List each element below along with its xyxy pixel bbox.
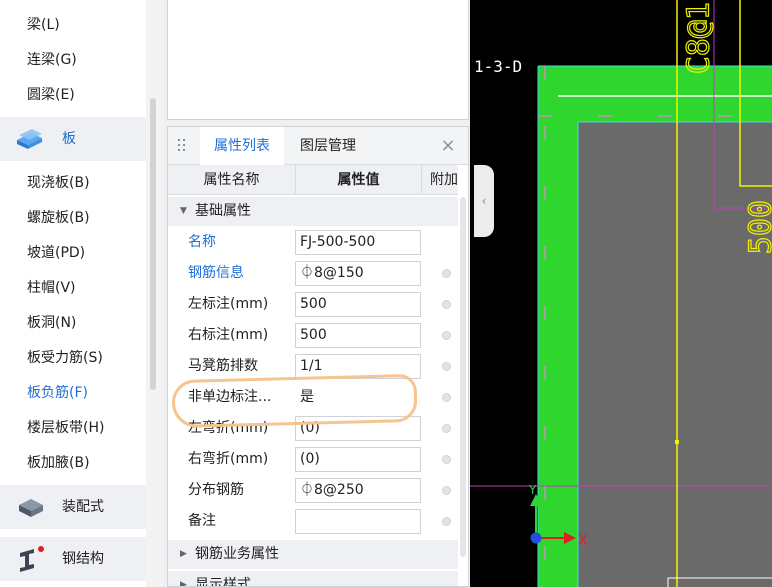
- sidebar-item-coupling-beam[interactable]: 连梁(G): [27, 48, 77, 72]
- extra-checkbox[interactable]: [442, 455, 451, 464]
- property-value-field[interactable]: 是: [295, 385, 421, 410]
- steel-beam-icon: [20, 546, 44, 572]
- caret-right-icon: ▶: [180, 549, 187, 559]
- rebar-label-right: 500: [744, 200, 772, 254]
- cad-drawing: C8@1 500 X Y: [470, 0, 772, 587]
- extra-checkbox[interactable]: [442, 424, 451, 433]
- property-scrollbar-thumb[interactable]: [460, 197, 466, 557]
- ucs-x-label: X: [578, 533, 588, 549]
- caret-right-icon: ▶: [180, 580, 187, 587]
- caret-down-icon: ▼: [180, 206, 187, 216]
- property-row-non-single-side-mark: 非单边标注... 是: [168, 382, 458, 413]
- drag-grip-icon[interactable]: [178, 139, 186, 153]
- property-row-left-mark: 左标注(mm) 500: [168, 289, 458, 320]
- property-value-field[interactable]: ⏀8@250: [295, 478, 421, 503]
- property-name-label: 右标注(mm): [188, 327, 269, 343]
- extra-checkbox[interactable]: [442, 486, 451, 495]
- column-header-extra: 附加: [430, 172, 458, 188]
- property-name-label: 右弯折(mm): [188, 451, 269, 467]
- prefab-icon: [19, 499, 43, 517]
- sidebar-item-floor-slab-strip[interactable]: 楼层板带(H): [27, 416, 104, 440]
- close-icon[interactable]: ×: [438, 136, 458, 156]
- chevron-left-icon: ‹: [481, 194, 487, 208]
- sidebar-category-prefab-label: 装配式: [62, 499, 104, 515]
- property-value-field[interactable]: 500: [295, 323, 421, 348]
- property-tabbar: 属性列表 图层管理 ×: [168, 127, 468, 165]
- sidebar-item-ring-beam[interactable]: 圆梁(E): [27, 83, 75, 107]
- component-preview-area: [167, 0, 469, 120]
- property-value-field[interactable]: (0): [295, 447, 421, 472]
- property-row-name: 名称 FJ-500-500: [168, 227, 458, 258]
- property-name-label: 备注: [188, 513, 216, 529]
- property-value-field[interactable]: (0): [295, 416, 421, 441]
- property-row-left-bend: 左弯折(mm) (0): [168, 413, 458, 444]
- rebar-label-top: C8@1: [682, 2, 717, 74]
- property-name-label[interactable]: 名称: [188, 227, 216, 258]
- extra-checkbox[interactable]: [442, 362, 451, 371]
- sidebar-item-spiral-slab[interactable]: 螺旋板(B): [27, 206, 90, 230]
- property-row-chair-rows: 马凳筋排数 1/1: [168, 351, 458, 382]
- sidebar-item-slab-haunch[interactable]: 板加腋(B): [27, 451, 90, 475]
- sidebar-item-slab-hole[interactable]: 板洞(N): [27, 311, 76, 335]
- column-header-property-value: 属性值: [296, 165, 422, 195]
- sidebar-category-steel-label: 钢结构: [62, 551, 104, 567]
- property-value-field[interactable]: [295, 509, 421, 534]
- component-tree-sidebar: 梁(L) 连梁(G) 圆梁(E) 板 现浇板(B) 螺旋板(B) 坡道(PD) …: [0, 0, 163, 587]
- property-row-remark: 备注: [168, 506, 458, 537]
- column-header-property-name: 属性名称: [168, 165, 296, 195]
- drawing-canvas[interactable]: C8@1 500 X Y 1-3-D: [470, 0, 772, 587]
- group-basic-properties[interactable]: ▼ 基础属性: [168, 197, 458, 226]
- sidebar-item-slab-negative-rebar[interactable]: 板负筋(F): [27, 381, 88, 405]
- extra-checkbox[interactable]: [442, 269, 451, 278]
- collapse-panel-handle[interactable]: ‹: [474, 165, 494, 237]
- sidebar-item-cast-slab[interactable]: 现浇板(B): [27, 171, 90, 195]
- property-table-header: 属性名称 属性值 附加: [168, 165, 458, 195]
- sidebar-item-column-cap[interactable]: 柱帽(V): [27, 276, 76, 300]
- sidebar-category-slab[interactable]: 板: [0, 117, 146, 161]
- property-row-rebar-info: 钢筋信息 ⏀8@150: [168, 258, 458, 289]
- property-name-label[interactable]: 钢筋信息: [188, 258, 244, 289]
- sidebar-category-prefab[interactable]: 装配式: [0, 485, 146, 529]
- group-basic-properties-label: 基础属性: [195, 203, 251, 219]
- property-value-field[interactable]: 500: [295, 292, 421, 317]
- property-value-field[interactable]: 1/1: [295, 354, 421, 379]
- grid-axis-label: 1-3-D: [474, 57, 523, 76]
- tab-layer-management[interactable]: 图层管理: [286, 127, 370, 165]
- group-display-style-label: 显示样式: [195, 577, 251, 587]
- ucs-origin: [530, 532, 542, 544]
- property-name-label: 马凳筋排数: [188, 358, 258, 374]
- property-value-field[interactable]: ⏀8@150: [295, 261, 421, 286]
- property-row-distribution-rebar: 分布钢筋 ⏀8@250: [168, 475, 458, 506]
- sidebar-scrollbar-thumb[interactable]: [150, 98, 156, 390]
- property-row-right-bend: 右弯折(mm) (0): [168, 444, 458, 475]
- tab-property-list[interactable]: 属性列表: [200, 127, 284, 165]
- group-rebar-business-properties[interactable]: ▶ 钢筋业务属性: [168, 540, 458, 569]
- ucs-y-label: Y: [528, 483, 537, 497]
- component-list: 梁(L) 连梁(G) 圆梁(E) 板 现浇板(B) 螺旋板(B) 坡道(PD) …: [0, 0, 146, 587]
- extra-checkbox[interactable]: [442, 331, 451, 340]
- property-panel: 属性列表 图层管理 × 属性名称 属性值 附加 ▼ 基础属性 名称 FJ-500…: [167, 126, 469, 587]
- sidebar-item-beam[interactable]: 梁(L): [27, 13, 60, 37]
- sidebar-item-ramp[interactable]: 坡道(PD): [27, 241, 85, 265]
- property-name-label: 左弯折(mm): [188, 420, 269, 436]
- property-name-label: 非单边标注...: [188, 389, 272, 405]
- extra-checkbox[interactable]: [442, 393, 451, 402]
- sidebar-item-slab-main-rebar[interactable]: 板受力筋(S): [27, 346, 103, 370]
- slab-icon: [17, 129, 42, 149]
- group-rebar-business-label: 钢筋业务属性: [195, 546, 279, 562]
- property-name-label: 分布钢筋: [188, 482, 244, 498]
- property-name-label: 左标注(mm): [188, 296, 269, 312]
- slab-inner-area: [578, 122, 772, 587]
- property-value-field[interactable]: FJ-500-500: [295, 230, 421, 255]
- extra-checkbox[interactable]: [442, 300, 451, 309]
- extra-checkbox[interactable]: [442, 517, 451, 526]
- sidebar-category-steel[interactable]: 钢结构: [0, 537, 146, 581]
- property-row-right-mark: 右标注(mm) 500: [168, 320, 458, 351]
- group-display-style[interactable]: ▶ 显示样式: [168, 571, 458, 587]
- sidebar-category-slab-label: 板: [62, 131, 76, 147]
